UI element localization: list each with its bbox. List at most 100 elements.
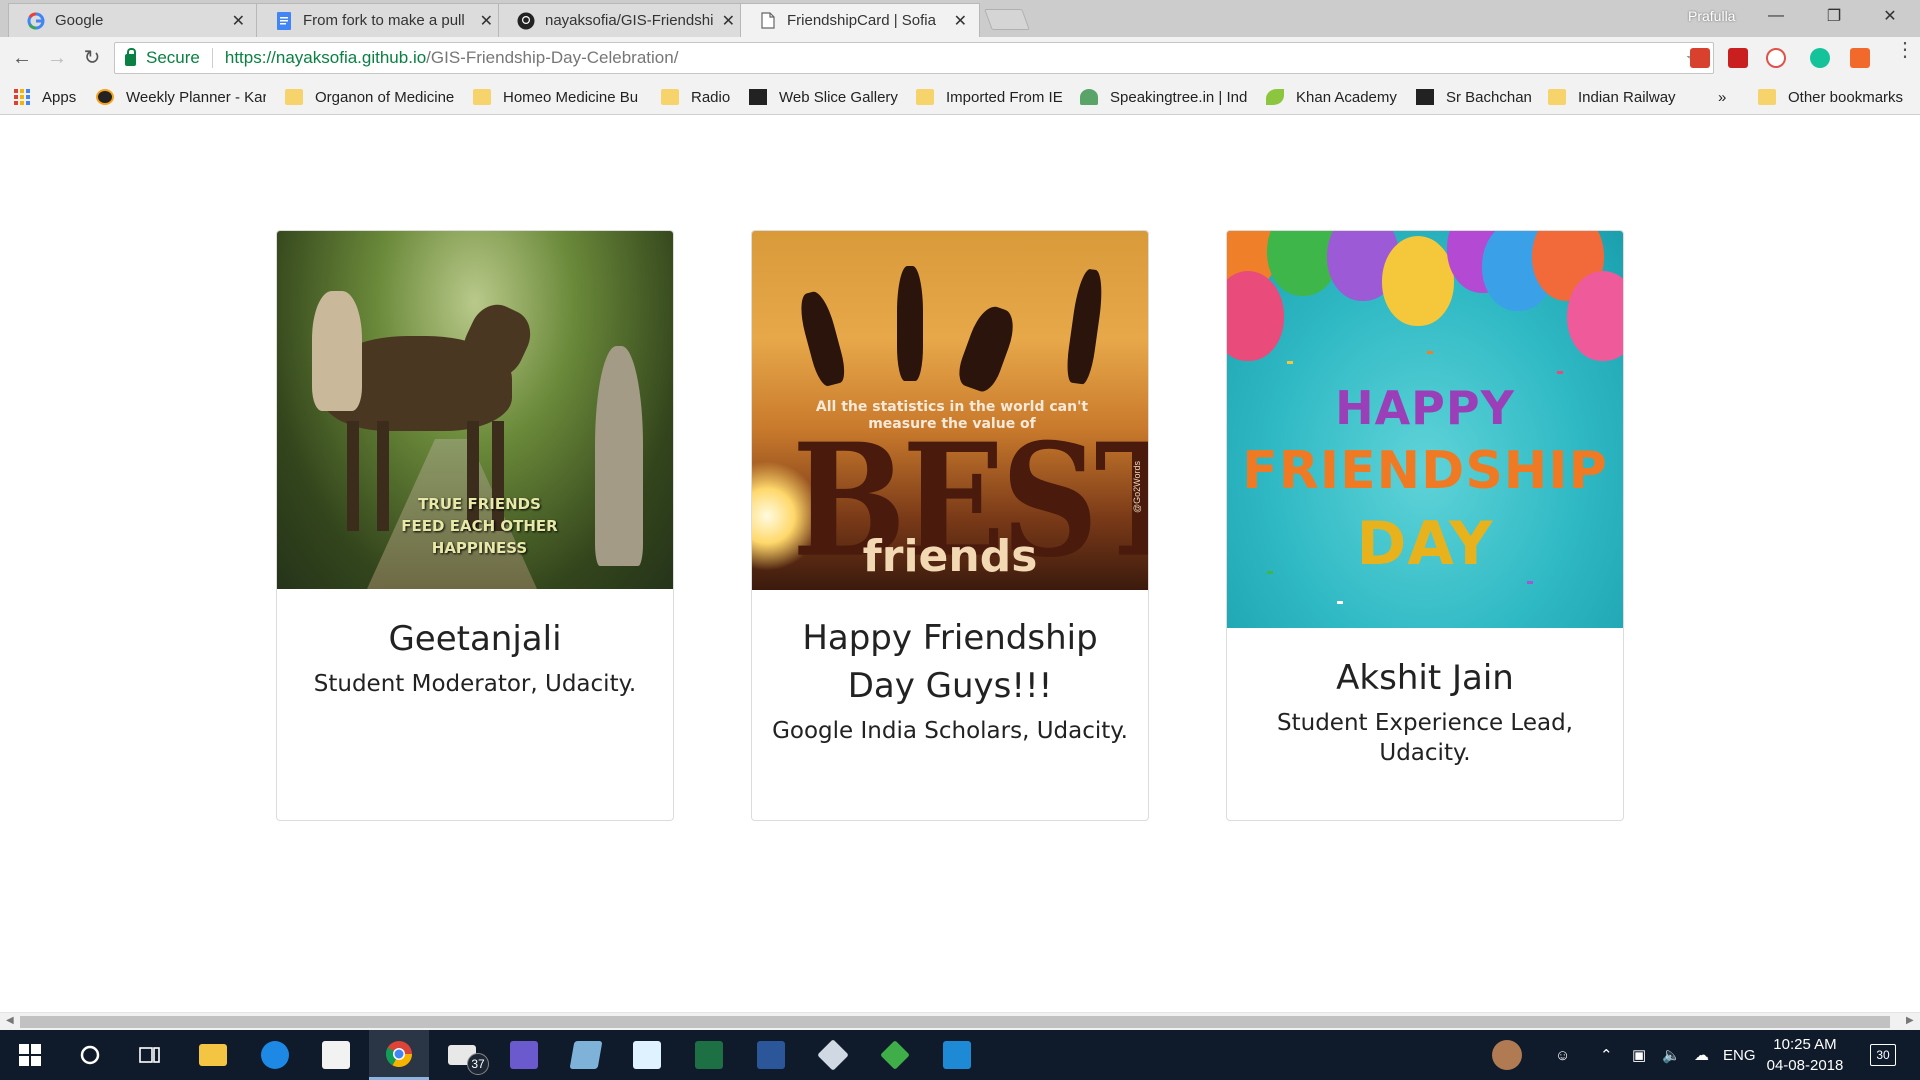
taskbar-vscode[interactable] <box>927 1030 987 1080</box>
extension-orange-icon[interactable] <box>1850 48 1870 68</box>
tab-pull-request-doc[interactable]: From fork to make a pull ✕ <box>256 3 506 37</box>
image-day-text: DAY <box>1356 509 1494 579</box>
card-image-friendship-day: HAPPY FRIENDSHIP DAY <box>1227 231 1623 628</box>
bookmark-speakingtree[interactable]: Speakingtree.in | Ind <box>1080 79 1250 115</box>
bookmark-sr-bachchan[interactable]: Sr Bachchan <box>1416 79 1546 115</box>
minimize-icon[interactable]: — <box>1749 0 1803 32</box>
cortana-search-button[interactable] <box>60 1030 120 1080</box>
bookmark-indian-railway[interactable]: Indian Railway <box>1548 79 1688 115</box>
tree-icon <box>1080 89 1098 105</box>
bookmark-imported-ie[interactable]: Imported From IE <box>916 79 1076 115</box>
tab-close-icon[interactable]: ✕ <box>480 11 493 31</box>
folder-icon <box>199 1044 227 1066</box>
taskbar-app-purple[interactable] <box>494 1030 554 1080</box>
bookmark-khan-academy[interactable]: Khan Academy <box>1266 79 1416 115</box>
cube-icon <box>817 1039 849 1071</box>
tab-close-icon[interactable]: ✕ <box>232 11 245 31</box>
tab-github-repo[interactable]: nayaksofia/GIS-Friendship ✕ <box>498 3 748 37</box>
image-jumper-silhouette <box>1064 267 1106 386</box>
bookmark-homeo-medicine[interactable]: Homeo Medicine Bu <box>473 79 643 115</box>
edge-icon <box>261 1041 289 1069</box>
network-icon[interactable]: ▣ <box>1632 1030 1646 1080</box>
bookmark-weekly-planner[interactable]: Weekly Planner - Kar <box>96 79 266 115</box>
taskbar-edge[interactable] <box>245 1030 305 1080</box>
action-center-button[interactable]: 30 <box>1870 1030 1896 1080</box>
task-view-icon <box>139 1047 160 1063</box>
extension-lastpass-icon[interactable] <box>1728 48 1748 68</box>
bookmark-label: Web Slice Gallery <box>779 88 898 106</box>
clock-time: 10:25 AM <box>1773 1036 1837 1053</box>
task-view-button[interactable] <box>120 1030 180 1080</box>
tab-close-icon[interactable]: ✕ <box>722 11 735 31</box>
tray-chevron-up-icon[interactable]: ⌃ <box>1600 1030 1613 1080</box>
card-name: Geetanjali <box>388 619 562 659</box>
bookmark-other-bookmarks[interactable]: Other bookmarks <box>1758 79 1918 115</box>
people-icon[interactable]: ☺ <box>1555 1030 1570 1080</box>
taskbar-app-blue-note[interactable] <box>556 1030 616 1080</box>
tab-close-icon[interactable]: ✕ <box>954 11 967 31</box>
user-avatar[interactable] <box>1492 1030 1522 1080</box>
bookmark-web-slice[interactable]: Web Slice Gallery <box>749 79 909 115</box>
grammarly-icon[interactable] <box>1810 48 1830 68</box>
planner-icon <box>96 89 114 105</box>
taskbar-app-k[interactable] <box>617 1030 677 1080</box>
taskbar-app-diamond[interactable] <box>865 1030 925 1080</box>
card-body: Happy Friendship Day Guys!!! Google Indi… <box>752 590 1148 746</box>
image-balloon <box>1227 271 1284 361</box>
image-quote-text: TRUE FRIENDS FEED EACH OTHER HAPPINESS <box>401 495 558 557</box>
card-name: Akshit Jain <box>1336 658 1514 698</box>
address-bar[interactable]: Secure https://nayaksofia.github.io/GIS-… <box>114 42 1714 74</box>
url-path[interactable]: /GIS-Friendship-Day-Celebration/ <box>426 48 678 68</box>
url-host[interactable]: https://nayaksofia.github.io <box>225 48 426 68</box>
github-icon <box>517 12 535 30</box>
tab-google[interactable]: Google ✕ <box>8 3 258 37</box>
scrollbar-thumb[interactable] <box>20 1016 1890 1028</box>
restore-icon[interactable]: ❐ <box>1807 0 1861 32</box>
scroll-right-arrow-icon[interactable]: ▶ <box>1906 1015 1914 1026</box>
taskbar-file-explorer[interactable] <box>183 1030 243 1080</box>
bookmark-label: Radio <box>691 88 731 106</box>
bookmark-organon[interactable]: Organon of Medicine <box>285 79 455 115</box>
friend-card: HAPPY FRIENDSHIP DAY Akshit Jain Student… <box>1226 230 1624 821</box>
close-window-icon[interactable]: ✕ <box>1863 0 1917 32</box>
taskbar-store[interactable] <box>306 1030 366 1080</box>
card-role: Student Experience Lead, Udacity. <box>1277 710 1573 766</box>
image-happy-text: HAPPY <box>1335 381 1515 435</box>
forward-arrow-icon[interactable]: → <box>45 46 69 70</box>
card-body: Geetanjali Student Moderator, Udacity. <box>277 589 673 699</box>
taskbar-word[interactable] <box>741 1030 801 1080</box>
language-indicator[interactable]: ENG <box>1723 1030 1756 1080</box>
windows-logo-icon <box>19 1044 41 1066</box>
image-credit-text: @Go2Words <box>1132 461 1142 513</box>
folder-icon <box>473 89 491 105</box>
scroll-left-arrow-icon[interactable]: ◀ <box>6 1015 14 1026</box>
taskbar-excel[interactable] <box>679 1030 739 1080</box>
bookmark-radio[interactable]: Radio <box>661 79 741 115</box>
bookmark-label: Weekly Planner - Kar <box>126 88 266 106</box>
taskbar-mail[interactable]: 37 <box>432 1030 492 1080</box>
reload-icon[interactable]: ↻ <box>80 46 104 70</box>
image-confetti <box>1427 351 1433 354</box>
volume-icon[interactable]: 🔈 <box>1662 1030 1681 1080</box>
new-tab-button[interactable] <box>984 9 1030 30</box>
taskbar-chrome[interactable] <box>369 1030 429 1080</box>
taskbar-clock[interactable]: 10:25 AM 04-08-2018 <box>1755 1034 1855 1076</box>
start-button[interactable] <box>0 1030 60 1080</box>
profile-name[interactable]: Prafulla <box>1688 8 1735 24</box>
bookmark-label: Apps <box>42 88 77 106</box>
notifications-count: 30 <box>1870 1044 1896 1066</box>
friend-card: BEST All the statistics in the world can… <box>751 230 1149 821</box>
onedrive-cloud-icon[interactable]: ☁ <box>1694 1030 1709 1080</box>
bookmarks-overflow-chevron[interactable]: » <box>1718 79 1738 115</box>
horizontal-scrollbar[interactable]: ◀ ▶ <box>0 1012 1920 1030</box>
bookmark-label: Speakingtree.in | Ind <box>1110 88 1248 106</box>
cortana-circle-icon <box>80 1045 100 1065</box>
extension-blocker-icon[interactable] <box>1766 48 1786 68</box>
tab-friendship-card[interactable]: FriendshipCard | Sofia ✕ <box>740 3 980 37</box>
taskbar-virtualbox[interactable] <box>803 1030 863 1080</box>
folder-icon <box>1548 89 1566 105</box>
bookmark-apps[interactable]: Apps <box>14 79 84 115</box>
menu-dots-icon[interactable]: ⋮ <box>1895 40 1915 60</box>
back-arrow-icon[interactable]: ← <box>10 46 34 70</box>
extension-red-book-icon[interactable] <box>1690 48 1710 68</box>
